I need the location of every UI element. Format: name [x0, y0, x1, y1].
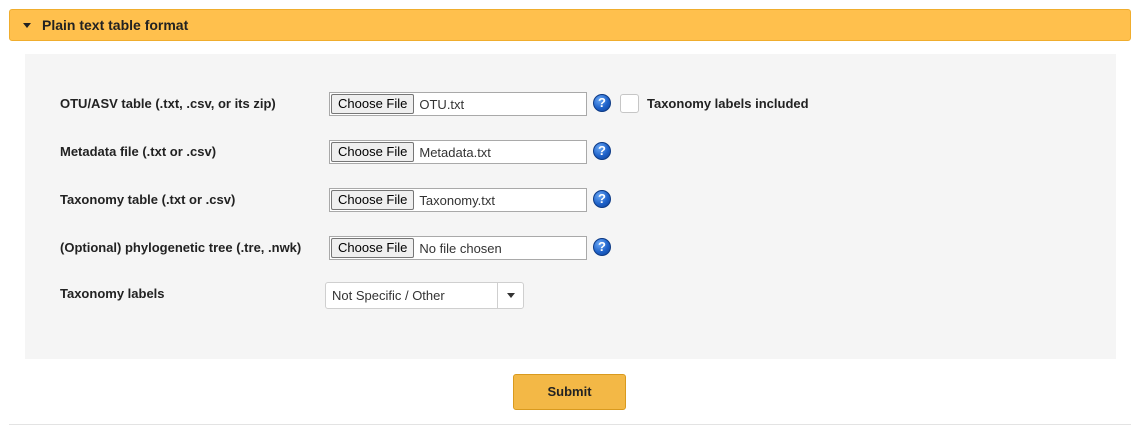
submit-button[interactable]: Submit	[513, 374, 626, 410]
otu-file-name: OTU.txt	[419, 96, 465, 112]
tree-row: (Optional) phylogenetic tree (.tre, .nwk…	[25, 236, 1116, 260]
upload-panel: OTU/ASV table (.txt, .csv, or its zip) C…	[25, 54, 1116, 359]
taxonomy-labels-included-label[interactable]: Taxonomy labels included	[647, 92, 809, 116]
tree-label: (Optional) phylogenetic tree (.tre, .nwk…	[60, 240, 302, 255]
taxonomy-file-name: Taxonomy.txt	[419, 192, 495, 208]
taxonomy-labels-included-checkbox[interactable]	[620, 94, 639, 113]
divider	[9, 424, 1131, 425]
taxonomy-labels-row: Taxonomy labels Not Specific / Other	[25, 282, 1116, 309]
dropdown-arrow-icon[interactable]	[497, 283, 523, 308]
metadata-choose-file-button[interactable]: Choose File	[331, 142, 415, 162]
taxonomy-table-row: Taxonomy table (.txt or .csv) Choose Fil…	[25, 188, 1116, 212]
caret-down-icon	[23, 22, 31, 28]
taxonomy-labels-select[interactable]: Not Specific / Other	[325, 282, 524, 309]
question-icon[interactable]: ?	[593, 94, 611, 112]
otu-table-label: OTU/ASV table (.txt, .csv, or its zip)	[60, 96, 276, 111]
taxonomy-labels-label: Taxonomy labels	[60, 286, 165, 301]
tree-file-name: No file chosen	[419, 240, 502, 256]
tree-file-input[interactable]: Choose File No file chosen	[329, 236, 587, 260]
question-icon[interactable]: ?	[593, 142, 611, 160]
taxonomy-choose-file-button[interactable]: Choose File	[331, 190, 415, 210]
taxonomy-table-label: Taxonomy table (.txt or .csv)	[60, 192, 236, 207]
metadata-file-input[interactable]: Choose File Metadata.txt	[329, 140, 587, 164]
question-icon[interactable]: ?	[593, 238, 611, 256]
metadata-row: Metadata file (.txt or .csv) Choose File…	[25, 140, 1116, 164]
otu-table-row: OTU/ASV table (.txt, .csv, or its zip) C…	[25, 92, 1116, 116]
otu-choose-file-button[interactable]: Choose File	[331, 94, 415, 114]
otu-table-file-input[interactable]: Choose File OTU.txt	[329, 92, 587, 116]
accordion-title: Plain text table format	[42, 17, 189, 33]
taxonomy-labels-selected-value: Not Specific / Other	[332, 288, 445, 303]
taxonomy-file-input[interactable]: Choose File Taxonomy.txt	[329, 188, 587, 212]
question-icon[interactable]: ?	[593, 190, 611, 208]
metadata-label: Metadata file (.txt or .csv)	[60, 144, 217, 159]
tree-choose-file-button[interactable]: Choose File	[331, 238, 415, 258]
accordion-header[interactable]: Plain text table format	[9, 9, 1131, 41]
metadata-file-name: Metadata.txt	[419, 144, 491, 160]
